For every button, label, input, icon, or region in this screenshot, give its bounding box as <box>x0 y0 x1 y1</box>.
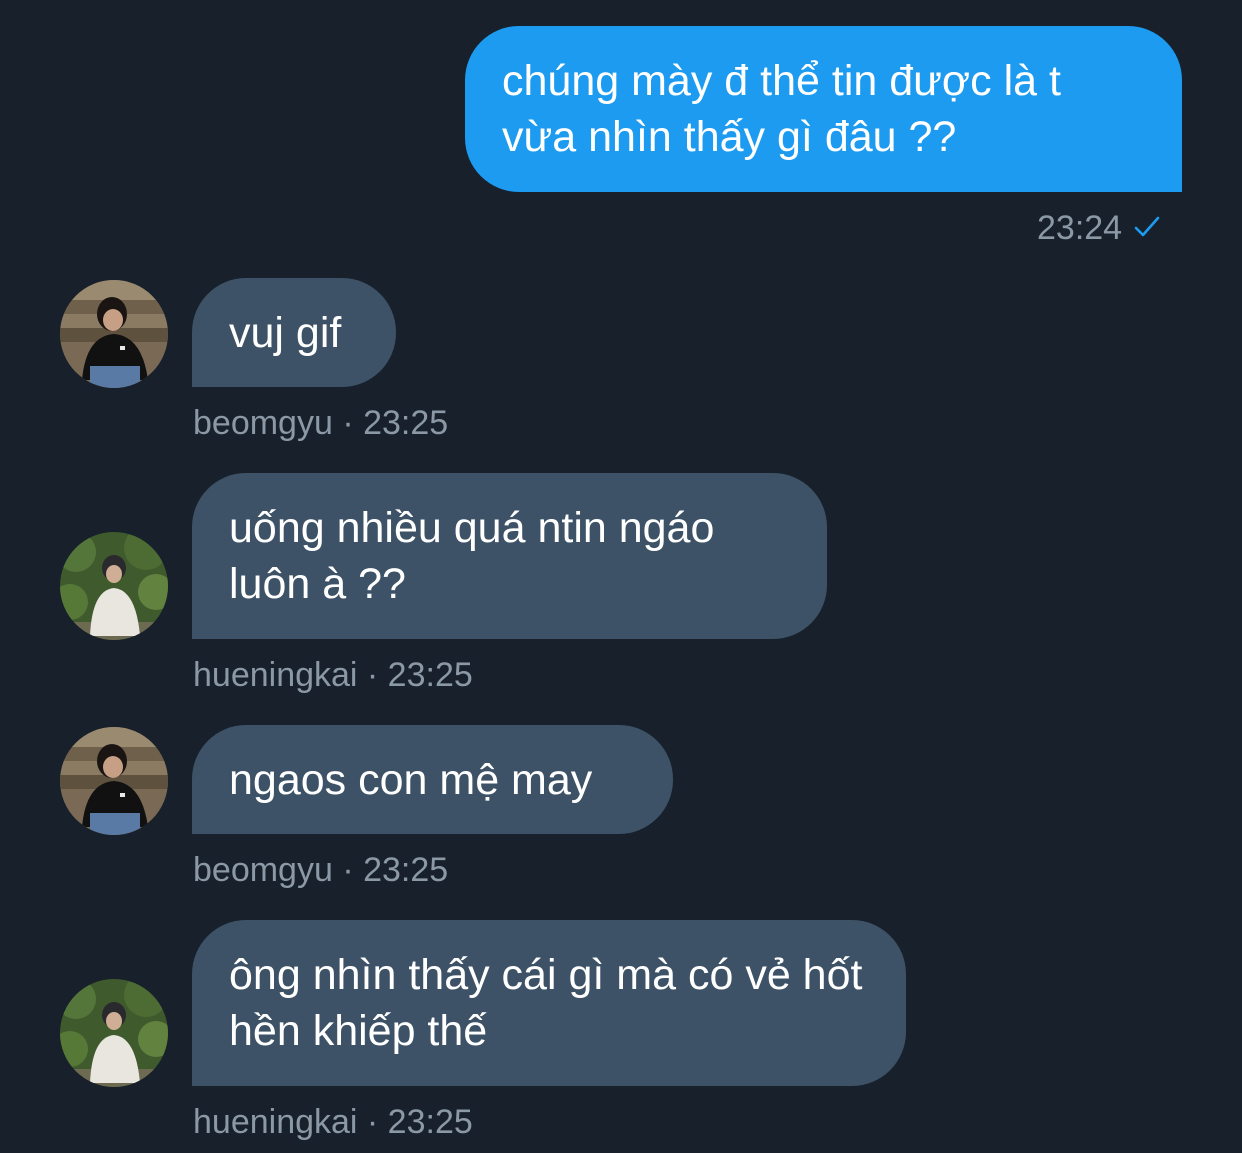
timestamp-text: 23:24 <box>1037 209 1123 247</box>
message-text: vuj gif <box>229 309 342 357</box>
message-thread: chúng mày đ thể tin được là t vừa nhìn t… <box>0 0 1242 1153</box>
message-sender-timestamp: hueningkai · 23:25 <box>193 1103 473 1141</box>
beomgyu-avatar[interactable] <box>60 280 168 388</box>
message-text: chúng mày đ thể tin được là t vừa nhìn t… <box>502 57 1061 161</box>
message-text: ngaos con mệ may <box>229 756 593 804</box>
beomgyu-avatar[interactable] <box>60 727 168 835</box>
message-sender-timestamp: beomgyu · 23:25 <box>193 404 449 442</box>
sent-check-icon <box>1134 207 1160 247</box>
message-text: ông nhìn thấy cái gì mà có vẻ hốt hền kh… <box>229 951 863 1055</box>
received-message-bubble[interactable]: ông nhìn thấy cái gì mà có vẻ hốt hền kh… <box>192 920 906 1086</box>
message-timestamp: 23:24 <box>1037 208 1160 248</box>
received-message-bubble[interactable]: vuj gif <box>192 278 396 387</box>
received-message-bubble[interactable]: ngaos con mệ may <box>192 725 673 834</box>
sent-message-bubble[interactable]: chúng mày đ thể tin được là t vừa nhìn t… <box>465 26 1182 192</box>
message-sender-timestamp: hueningkai · 23:25 <box>193 656 473 694</box>
received-message-bubble[interactable]: uống nhiều quá ntin ngáo luôn à ?? <box>192 473 827 639</box>
message-sender-timestamp: beomgyu · 23:25 <box>193 851 449 889</box>
hueningkai-avatar[interactable] <box>60 979 168 1087</box>
hueningkai-avatar[interactable] <box>60 532 168 640</box>
message-text: uống nhiều quá ntin ngáo luôn à ?? <box>229 504 715 608</box>
